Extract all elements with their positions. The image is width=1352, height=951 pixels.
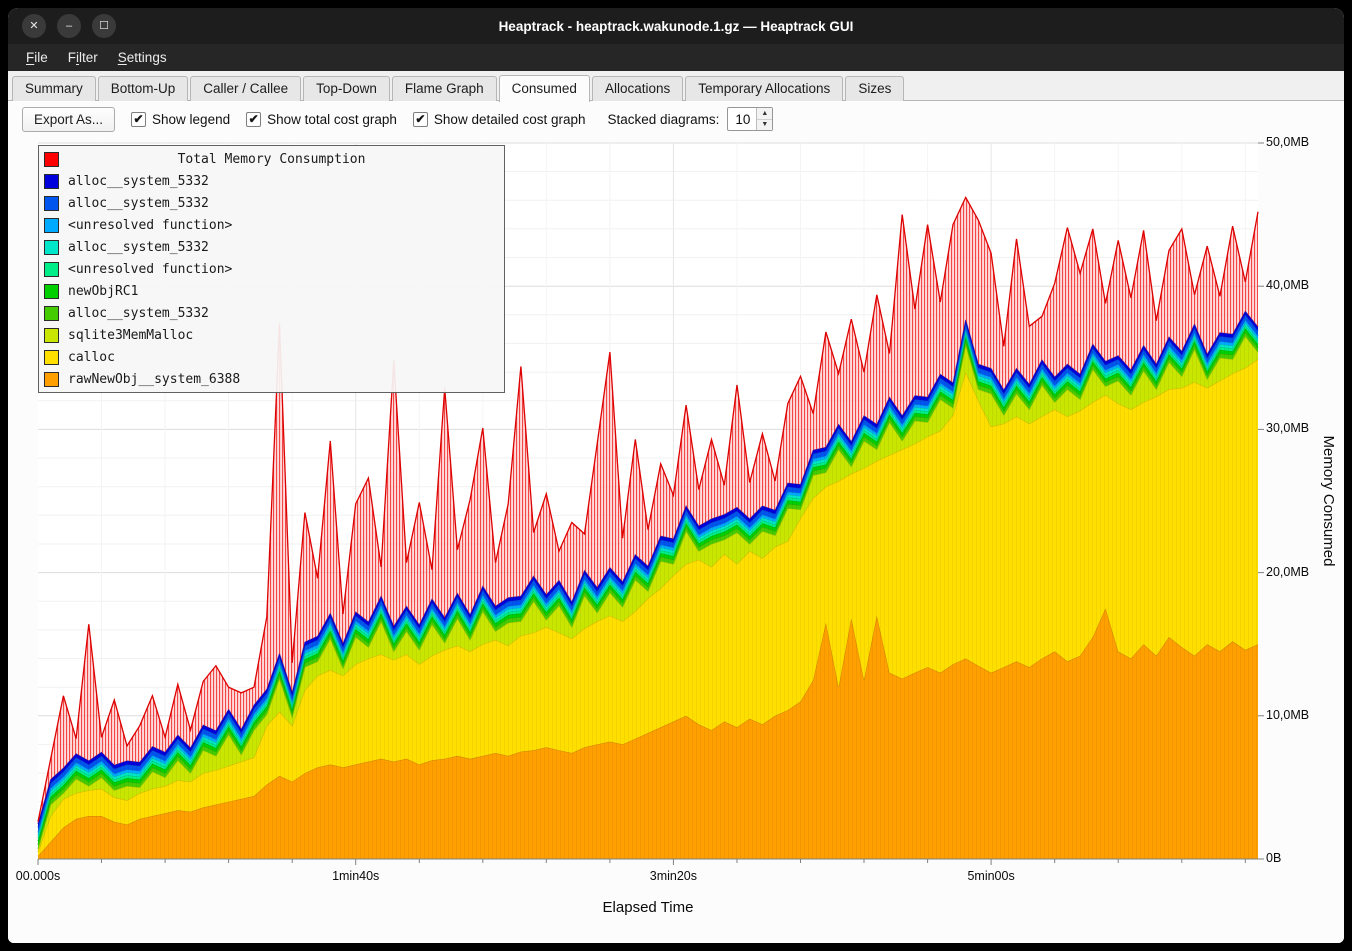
legend-item-calloc: calloc <box>39 346 504 368</box>
legend-item-label: rawNewObj__system_6388 <box>68 372 240 387</box>
tab-summary[interactable]: Summary <box>12 76 96 101</box>
x-axis-tick-label: 00.000s <box>16 869 60 883</box>
y-axis-tick-label: 20,0MB <box>1266 565 1309 579</box>
legend-item-label: calloc <box>68 350 115 365</box>
maximize-button[interactable]: ☐ <box>92 14 116 38</box>
tab-allocations[interactable]: Allocations <box>592 76 683 101</box>
legend-color-swatch <box>44 284 59 299</box>
minimize-button[interactable]: – <box>57 14 81 38</box>
stacked-diagrams-label: Stacked diagrams: <box>608 112 720 127</box>
legend-item-label: alloc__system_5332 <box>68 174 209 189</box>
checkbox-label: Show detailed cost graph <box>434 112 586 127</box>
chevron-up-icon: ▲ <box>761 110 768 117</box>
stacked-diagrams-spinbox[interactable]: 10 ▲ ▼ <box>727 107 773 131</box>
checkbox-show-legend[interactable]: ✔ Show legend <box>131 112 230 127</box>
legend-item-label: alloc__system_5332 <box>68 196 209 211</box>
y-axis-title: Memory Consumed <box>1320 436 1337 567</box>
minimize-icon: – <box>66 21 72 32</box>
tab-temporary-allocations[interactable]: Temporary Allocations <box>685 76 843 101</box>
chevron-down-icon: ▼ <box>761 121 768 128</box>
x-axis-title: Elapsed Time <box>603 899 694 916</box>
legend-item-unresolved-function: <unresolved function> <box>39 258 504 280</box>
legend-color-swatch <box>44 174 59 189</box>
y-axis-tick-label: 0B <box>1266 851 1281 865</box>
tab-consumed[interactable]: Consumed <box>499 75 590 102</box>
legend-color-swatch <box>44 350 59 365</box>
legend-item-alloc-system-5332: alloc__system_5332 <box>39 192 504 214</box>
legend-color-swatch <box>44 306 59 321</box>
legend-item-label: alloc__system_5332 <box>68 306 209 321</box>
spinbox-arrows: ▲ ▼ <box>756 108 772 130</box>
legend-color-swatch <box>44 262 59 277</box>
checkbox-label: Show total cost graph <box>267 112 397 127</box>
titlebar[interactable]: ✕ – ☐ Heaptrack - heaptrack.wakunode.1.g… <box>8 8 1344 44</box>
chart-legend: Total Memory Consumption alloc__system_53… <box>38 145 505 393</box>
y-axis-tick-label: 50,0MB <box>1266 135 1309 149</box>
y-axis-tick-label: 10,0MB <box>1266 708 1309 722</box>
x-axis-tick-label: 1min40s <box>332 869 379 883</box>
legend-item-rawnewobj-system-6388: rawNewObj__system_6388 <box>39 368 504 390</box>
tab-bar: SummaryBottom-UpCaller / CalleeTop-DownF… <box>8 71 1344 101</box>
spin-down-button[interactable]: ▼ <box>757 120 772 131</box>
legend-color-swatch <box>44 372 59 387</box>
legend-item-label: alloc__system_5332 <box>68 240 209 255</box>
legend-color-swatch <box>44 240 59 255</box>
menu-file[interactable]: File <box>16 46 58 69</box>
tab-flame-graph[interactable]: Flame Graph <box>392 76 497 101</box>
legend-item-alloc-system-5332: alloc__system_5332 <box>39 302 504 324</box>
menubar: FileFilterSettings <box>8 44 1344 71</box>
legend-item-alloc-system-5332: alloc__system_5332 <box>39 236 504 258</box>
y-axis-tick-label: 30,0MB <box>1266 421 1309 435</box>
legend-item-alloc-system-5332: alloc__system_5332 <box>39 170 504 192</box>
checkbox-show-detailed-cost-graph[interactable]: ✔ Show detailed cost graph <box>413 112 586 127</box>
legend-item-label: sqlite3MemMalloc <box>68 328 193 343</box>
y-axis-tick-label: 40,0MB <box>1266 278 1309 292</box>
legend-item-label: <unresolved function> <box>68 262 232 277</box>
tab-bottom-up[interactable]: Bottom-Up <box>98 76 189 101</box>
legend-color-swatch <box>44 328 59 343</box>
maximize-icon: ☐ <box>99 21 109 32</box>
tab-top-down[interactable]: Top-Down <box>303 76 390 101</box>
menu-settings[interactable]: Settings <box>108 46 177 69</box>
legend-color-swatch <box>44 218 59 233</box>
chart-area: Total Memory Consumption alloc__system_53… <box>8 137 1344 943</box>
spin-up-button[interactable]: ▲ <box>757 108 772 120</box>
close-icon: ✕ <box>29 21 38 32</box>
menu-filter[interactable]: Filter <box>58 46 108 69</box>
legend-item-label: <unresolved function> <box>68 218 232 233</box>
export-as-button[interactable]: Export As... <box>22 107 115 132</box>
legend-item-sqlite3memmalloc: sqlite3MemMalloc <box>39 324 504 346</box>
tab-caller-callee[interactable]: Caller / Callee <box>190 76 301 101</box>
legend-title: Total Memory Consumption <box>39 152 504 167</box>
checkbox-group: ✔ Show legend ✔ Show total cost graph ✔ Show … <box>131 112 586 127</box>
legend-item-label: newObjRC1 <box>68 284 138 299</box>
checkmark-icon: ✔ <box>131 112 146 127</box>
stacked-diagrams-value: 10 <box>728 108 756 130</box>
x-axis-tick-label: 5min00s <box>967 869 1014 883</box>
x-axis-tick-label: 3min20s <box>650 869 697 883</box>
checkmark-icon: ✔ <box>246 112 261 127</box>
toolbar: Export As... ✔ Show legend ✔ Show total cos… <box>8 101 1344 137</box>
legend-item-newobjrc1: newObjRC1 <box>39 280 504 302</box>
close-button[interactable]: ✕ <box>22 14 46 38</box>
legend-item-unresolved-function: <unresolved function> <box>39 214 504 236</box>
window-title: Heaptrack - heaptrack.wakunode.1.gz — He… <box>8 19 1344 34</box>
tab-sizes[interactable]: Sizes <box>845 76 904 101</box>
window-controls: ✕ – ☐ <box>22 14 116 38</box>
legend-title-row: Total Memory Consumption <box>39 148 504 170</box>
checkbox-label: Show legend <box>152 112 230 127</box>
checkbox-show-total-cost-graph[interactable]: ✔ Show total cost graph <box>246 112 397 127</box>
checkmark-icon: ✔ <box>413 112 428 127</box>
legend-color-swatch <box>44 196 59 211</box>
heaptrack-window: ✕ – ☐ Heaptrack - heaptrack.wakunode.1.g… <box>8 8 1344 943</box>
